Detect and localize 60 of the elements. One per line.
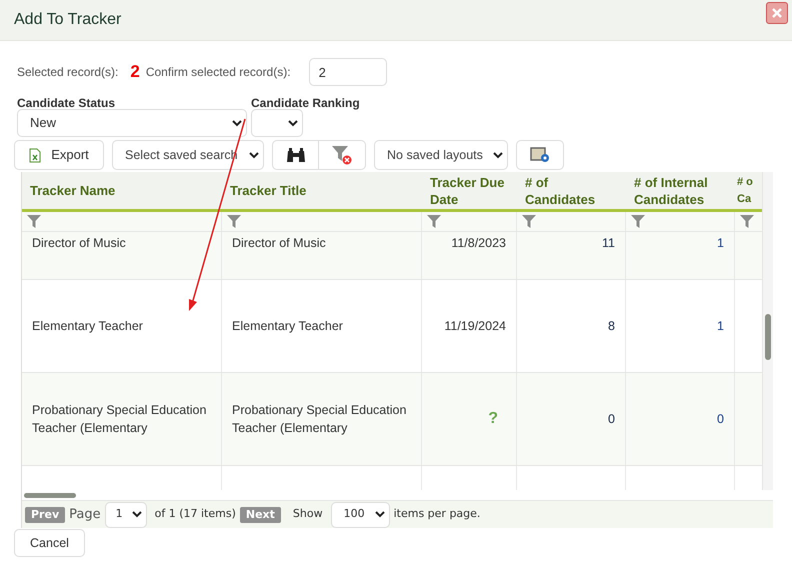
- filter-icon[interactable]: [631, 215, 645, 228]
- export-button[interactable]: Export: [14, 140, 104, 170]
- column-header[interactable]: # of Candidates: [517, 172, 626, 209]
- layouts-select[interactable]: No saved layouts: [374, 140, 508, 170]
- clear-filter-icon: [331, 145, 353, 165]
- filter-icon[interactable]: [427, 215, 441, 228]
- page-select[interactable]: 1: [104, 502, 147, 528]
- vertical-scrollbar[interactable]: [762, 172, 773, 490]
- chevron-down-icon: [132, 511, 142, 518]
- confirm-records-field[interactable]: 2: [308, 58, 387, 86]
- table-cell-text: Probationary Special Education Teacher (Elementary: [232, 402, 408, 437]
- spreadsheet-icon: [29, 148, 42, 162]
- table-cell-text: Director of Music: [32, 235, 126, 252]
- column-header[interactable]: Tracker Title: [222, 172, 422, 209]
- filter-icon[interactable]: [227, 215, 241, 228]
- table-cell-text: 11: [602, 235, 615, 252]
- candidate-status-select[interactable]: New: [17, 109, 247, 137]
- table-cell-text: Probationary Special Education Teacher (Elementary: [32, 402, 208, 437]
- chevron-down-icon: [288, 120, 298, 126]
- horizontal-scrollbar-thumb[interactable]: [24, 492, 76, 498]
- scrollbar-thumb[interactable]: [765, 314, 771, 360]
- close-icon: [772, 8, 782, 18]
- table-cell-text: 8: [608, 318, 615, 335]
- column-header[interactable]: Tracker Due Date: [422, 172, 517, 209]
- confirm-records-label: Confirm selected record(s):: [146, 64, 291, 81]
- table-cell-text: 1: [717, 318, 724, 335]
- chevron-down-icon: [493, 152, 503, 158]
- table-cell-text: 0: [717, 410, 724, 428]
- table-cell-text: Elementary Teacher: [232, 318, 343, 335]
- binoculars-icon: [286, 147, 306, 163]
- page-label: Page: [69, 506, 101, 524]
- filter-icon[interactable]: [740, 215, 754, 228]
- table-cell-text: 11/8/2023: [451, 235, 506, 252]
- layout-settings-button[interactable]: [516, 140, 564, 170]
- table-cell-text: Director of Music: [232, 235, 326, 252]
- per-page-select[interactable]: 100: [330, 502, 390, 528]
- chevron-down-icon: [374, 511, 385, 518]
- show-label: Show: [292, 506, 323, 522]
- cancel-button[interactable]: Cancel: [14, 529, 85, 557]
- page-count-text: of 1 (17 items): [154, 506, 236, 522]
- table-cell-text: 1: [717, 235, 724, 252]
- candidate-ranking-label: Candidate Ranking: [251, 95, 360, 109]
- filter-icon[interactable]: [522, 215, 536, 228]
- layout-settings-icon: [530, 147, 550, 163]
- table-cell-text: ?: [488, 409, 498, 429]
- table-cell-text: Elementary Teacher: [32, 318, 143, 335]
- selected-records-label: Selected record(s):: [17, 64, 118, 81]
- close-button[interactable]: [766, 2, 788, 24]
- candidate-status-label: Candidate Status: [17, 95, 116, 109]
- column-header[interactable]: # o Ca: [735, 172, 762, 209]
- selected-count: 2: [130, 61, 140, 84]
- column-header[interactable]: Tracker Name: [22, 172, 222, 209]
- filter-icon[interactable]: [27, 215, 41, 228]
- chevron-down-icon: [232, 120, 242, 126]
- window-title: Add To Tracker: [14, 10, 122, 30]
- table-cell-text: 0: [608, 410, 615, 428]
- table-cell-text: 11/19/2024: [444, 318, 506, 335]
- per-page-label: items per page.: [394, 506, 480, 522]
- column-header[interactable]: # of Internal Candidates: [626, 172, 735, 209]
- chevron-down-icon: [249, 152, 259, 158]
